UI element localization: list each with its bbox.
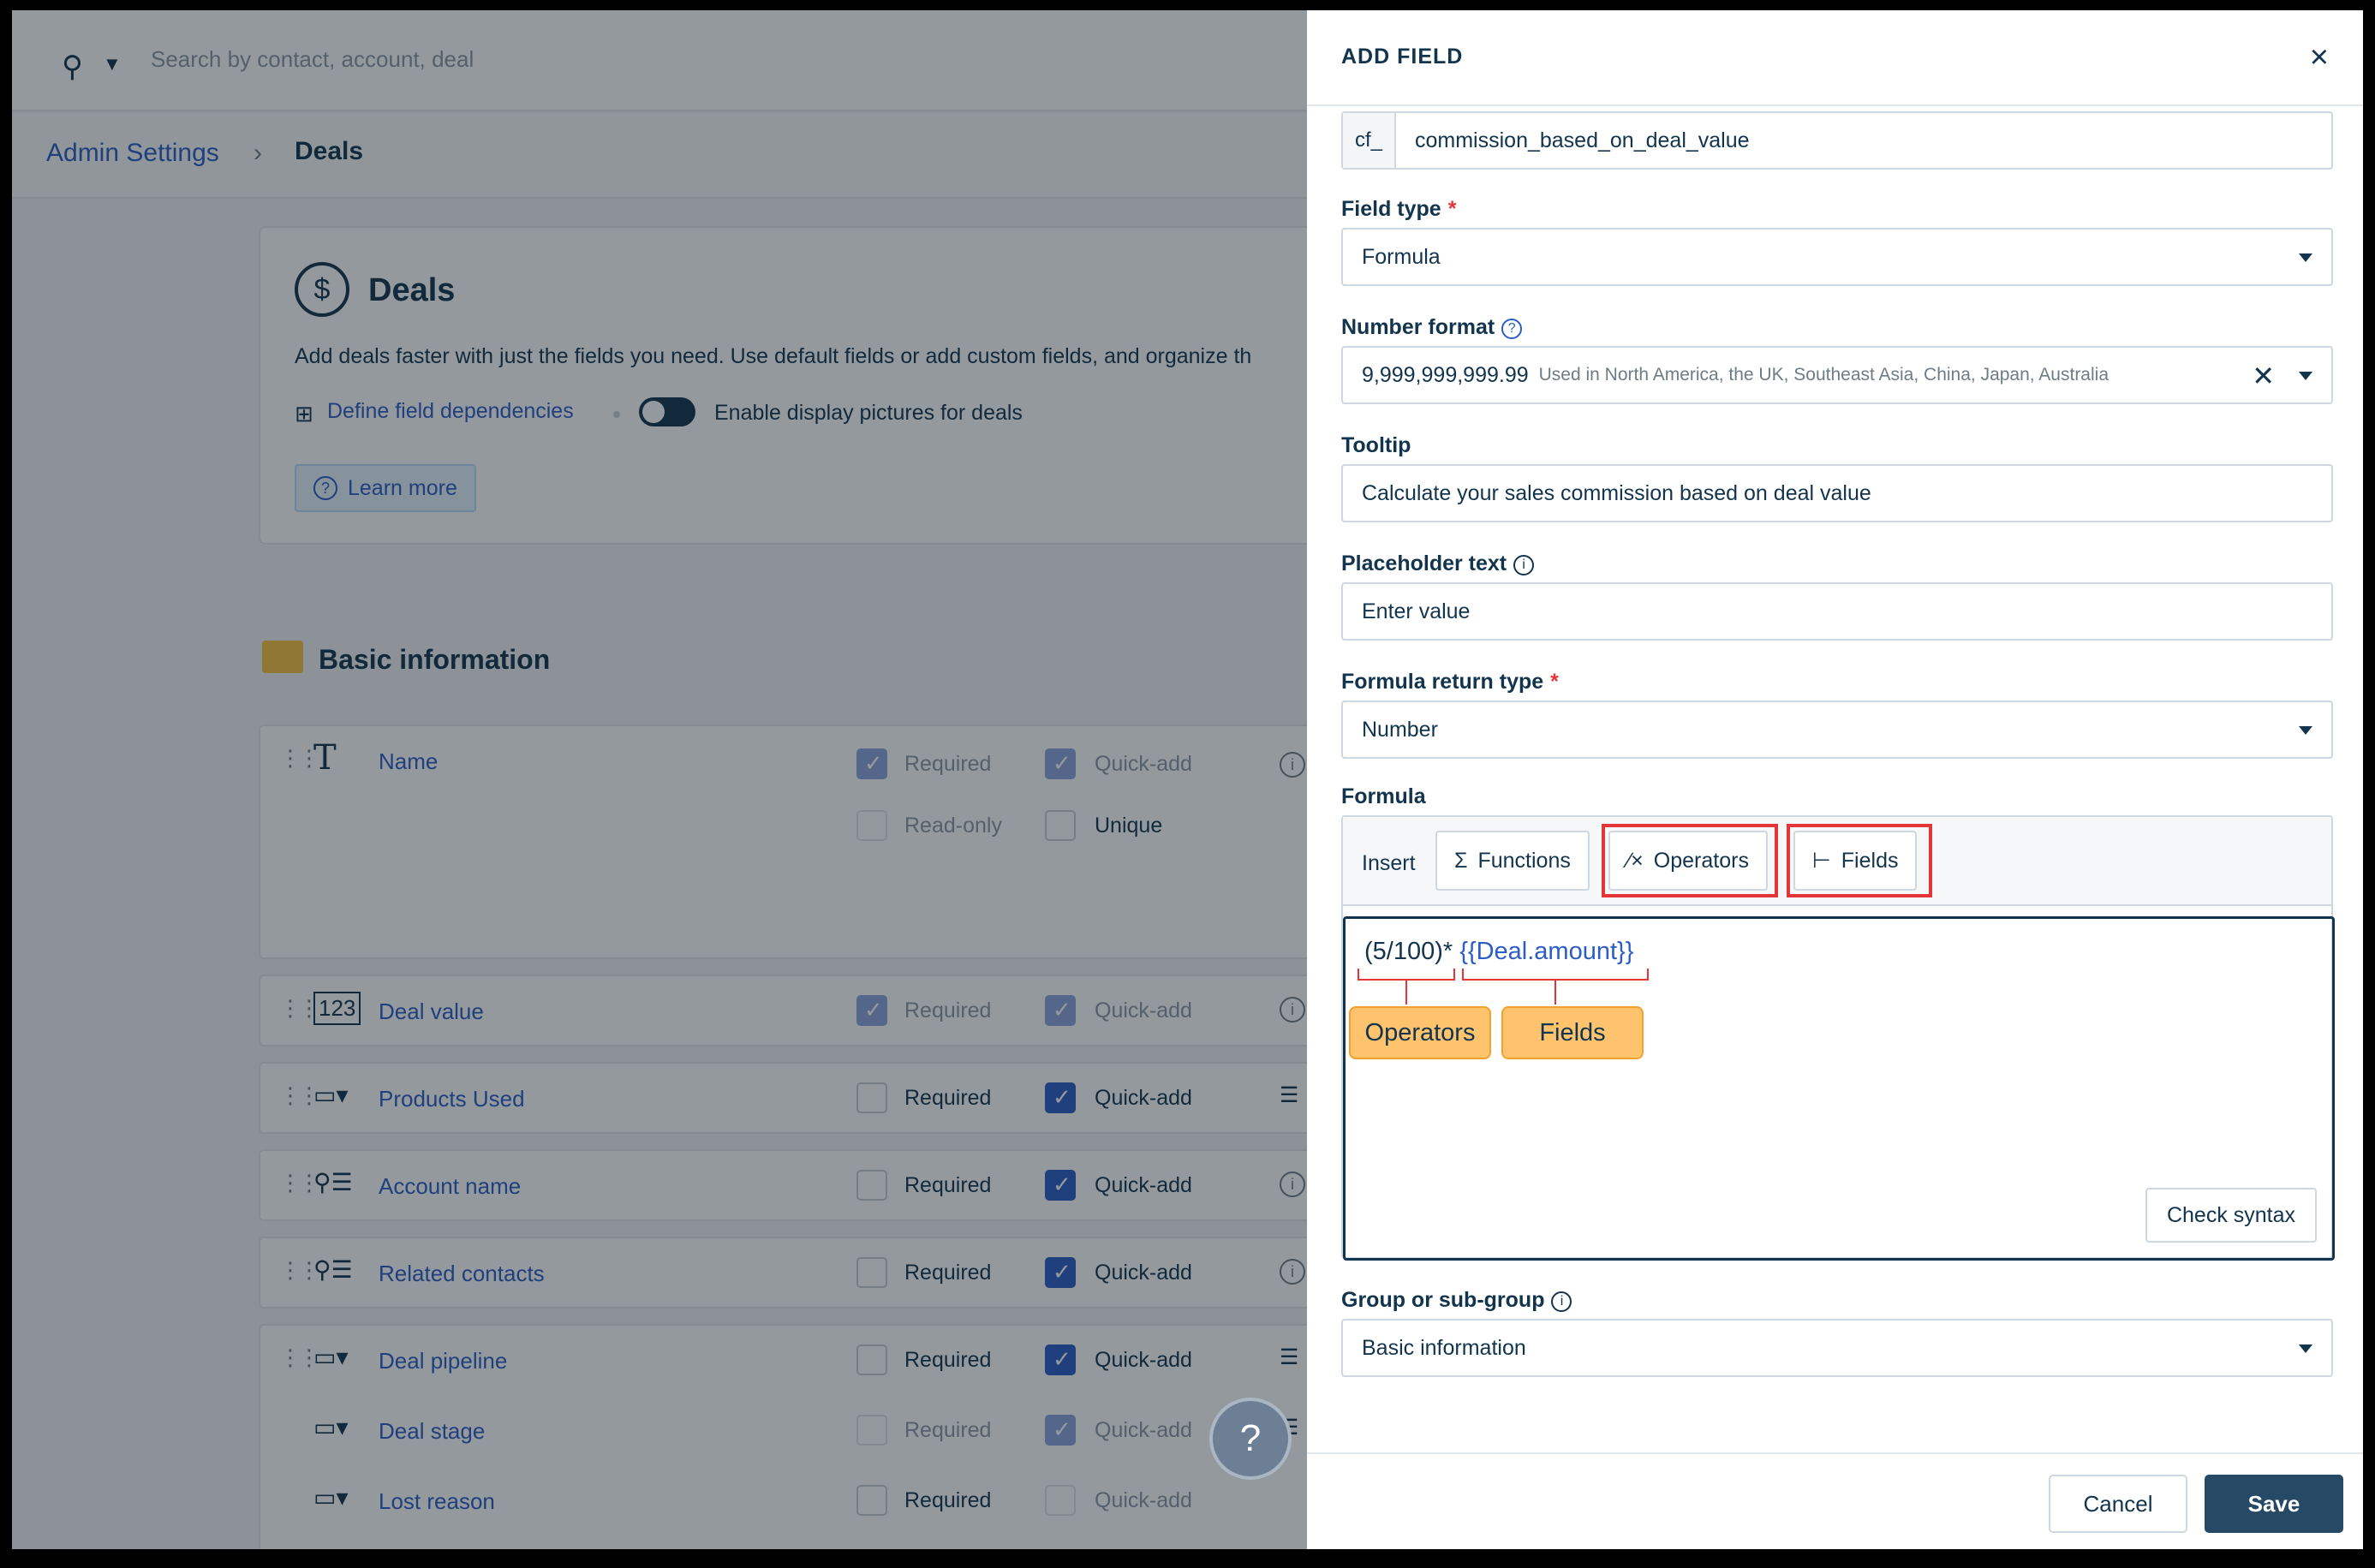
- tooltip-value: Calculate your sales commission based on…: [1362, 480, 1871, 505]
- formula-field-part: {{Deal.amount}}: [1459, 938, 1634, 965]
- functions-button[interactable]: Σ Functions: [1435, 831, 1590, 891]
- operators-highlight: [1602, 824, 1778, 897]
- formula-input[interactable]: (5/100)* {{Deal.amount}} Operators Field…: [1343, 916, 2335, 1261]
- info-icon[interactable]: i: [1513, 555, 1535, 575]
- tooltip-input[interactable]: Calculate your sales commission based on…: [1341, 464, 2333, 522]
- tooltip-label: Tooltip: [1341, 433, 1411, 457]
- fields-highlight: [1787, 824, 1932, 897]
- placeholder-text-input[interactable]: Enter value: [1341, 582, 2333, 641]
- field-type-label-text: Field type: [1341, 197, 1441, 221]
- number-format-select[interactable]: 9,999,999,999.99 Used in North America, …: [1341, 346, 2333, 404]
- group-label-text: Group or sub-group: [1341, 1288, 1545, 1312]
- chevron-down-icon: [2299, 253, 2312, 262]
- formula-return-type-select[interactable]: Number: [1341, 701, 2333, 759]
- formula-toolbar: Insert Σ Functions ∕× Operators ⊢ Fields: [1343, 817, 2331, 906]
- cancel-button[interactable]: Cancel: [2049, 1475, 2187, 1533]
- sigma-icon: Σ: [1454, 848, 1468, 873]
- info-icon[interactable]: i: [1551, 1291, 1572, 1312]
- formula-operator-part: (5/100)*: [1364, 938, 1453, 965]
- background-app: ⚲ ▼ Search by contact, account, deal Adm…: [12, 10, 1307, 1549]
- fields-connector: [1554, 981, 1556, 1005]
- chevron-down-icon: [2299, 1344, 2312, 1353]
- number-format-hint: Used in North America, the UK, Southeast…: [1538, 365, 2109, 385]
- formula-return-type-label-text: Formula return type: [1341, 670, 1544, 694]
- operators-callout: Operators: [1349, 1006, 1491, 1059]
- number-format-value: 9,999,999,999.99: [1362, 362, 1529, 387]
- number-format-label-text: Number format: [1341, 315, 1495, 339]
- internal-name-prefix: cf_: [1343, 113, 1396, 168]
- group-value: Basic information: [1362, 1335, 1526, 1360]
- internal-name-input[interactable]: cf_ commission_based_on_deal_value: [1341, 111, 2333, 170]
- fields-bracket: [1462, 969, 1649, 981]
- placeholder-text-value: Enter value: [1362, 599, 1471, 623]
- formula-return-type-value: Number: [1362, 717, 1438, 742]
- number-format-label: Number format?: [1341, 315, 1523, 340]
- required-asterisk: *: [1550, 670, 1559, 694]
- formula-return-type-label: Formula return type *: [1341, 670, 1559, 695]
- internal-name-value: commission_based_on_deal_value: [1415, 128, 1750, 152]
- insert-label: Insert: [1362, 851, 1416, 875]
- chevron-down-icon: [2299, 726, 2312, 735]
- formula-expression: (5/100)* {{Deal.amount}}: [1364, 938, 1633, 966]
- fields-callout: Fields: [1501, 1006, 1644, 1059]
- formula-label: Formula: [1341, 784, 1426, 808]
- close-icon[interactable]: ×: [2310, 39, 2329, 76]
- save-button[interactable]: Save: [2205, 1475, 2343, 1533]
- check-syntax-button[interactable]: Check syntax: [2145, 1188, 2317, 1243]
- field-type-value: Formula: [1362, 244, 1441, 269]
- drawer-title: ADD FIELD: [1341, 45, 1464, 69]
- group-label: Group or sub-group i: [1341, 1288, 1572, 1313]
- field-type-label: Field type *: [1341, 197, 1456, 222]
- placeholder-text-label: Placeholder text i: [1341, 551, 1535, 576]
- formula-editor-panel: Insert Σ Functions ∕× Operators ⊢ Fields: [1341, 815, 2335, 1261]
- modal-overlay[interactable]: [12, 10, 1307, 1549]
- drawer-footer: Cancel Save: [1307, 1452, 2363, 1549]
- clear-icon[interactable]: ✕: [2252, 360, 2275, 392]
- operators-connector: [1405, 981, 1407, 1005]
- functions-label: Functions: [1477, 848, 1571, 873]
- help-button[interactable]: ?: [1209, 1398, 1292, 1480]
- chevron-down-icon: [2299, 372, 2312, 380]
- drawer-header: ADD FIELD ×: [1307, 10, 2363, 106]
- required-asterisk: *: [1447, 197, 1457, 221]
- add-field-drawer: ADD FIELD × cf_ commission_based_on_deal…: [1307, 10, 2363, 1549]
- field-type-select[interactable]: Formula: [1341, 228, 2333, 286]
- group-select[interactable]: Basic information: [1341, 1319, 2333, 1377]
- operators-bracket: [1358, 969, 1455, 981]
- help-circle-icon[interactable]: ?: [1501, 319, 1523, 339]
- placeholder-text-label-text: Placeholder text: [1341, 551, 1507, 575]
